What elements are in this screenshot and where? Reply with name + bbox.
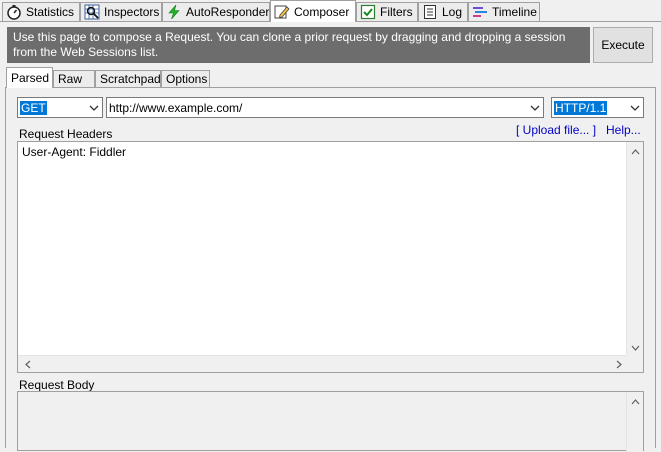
document-icon: [422, 4, 438, 20]
timeline-bars-icon: [472, 4, 488, 20]
chevron-down-icon[interactable]: [86, 98, 102, 117]
chevron-down-icon[interactable]: [527, 98, 543, 117]
subtab-divider: [5, 87, 656, 88]
scroll-down-icon[interactable]: [627, 340, 643, 356]
request-headers-text: User-Agent: Fiddler: [22, 145, 127, 159]
subtab-scratchpad[interactable]: Scratchpad: [95, 70, 161, 87]
scrollbar-corner: [626, 355, 643, 372]
lightning-icon: [166, 4, 182, 20]
method-select[interactable]: GET: [17, 97, 103, 118]
vertical-scrollbar[interactable]: [626, 142, 643, 356]
pencil-edit-icon: [274, 4, 290, 20]
tab-inspectors[interactable]: Inspectors: [80, 2, 162, 21]
chevron-down-icon[interactable]: [627, 98, 643, 117]
method-value: GET: [20, 100, 47, 115]
scroll-up-icon[interactable]: [627, 394, 643, 410]
help-link[interactable]: Help...: [606, 123, 641, 137]
scroll-left-icon[interactable]: [20, 356, 36, 372]
scroll-right-icon[interactable]: [611, 356, 627, 372]
scroll-up-icon[interactable]: [627, 144, 643, 160]
subtab-raw[interactable]: Raw: [53, 70, 95, 87]
tab-label: Timeline: [492, 5, 537, 19]
subtab-parsed[interactable]: Parsed: [6, 67, 53, 88]
tab-statistics[interactable]: Statistics: [2, 2, 80, 21]
version-value: HTTP/1.1: [554, 100, 608, 115]
subtab-options[interactable]: Options: [161, 70, 210, 87]
tab-label: Inspectors: [104, 5, 160, 19]
http-version-select[interactable]: HTTP/1.1: [551, 97, 644, 118]
tab-label: Filters: [380, 5, 413, 19]
request-headers-label: Request Headers: [19, 127, 113, 141]
request-body-label: Request Body: [19, 378, 95, 392]
tab-label: Log: [442, 5, 463, 19]
request-headers-editor[interactable]: User-Agent: Fiddler: [17, 141, 644, 373]
url-input[interactable]: http://www.example.com/: [106, 97, 544, 118]
composer-info-banner: Use this page to compose a Request. You …: [7, 27, 590, 63]
tab-log[interactable]: Log: [418, 2, 468, 21]
main-tab-strip: Statistics Inspectors AutoResponder Comp…: [0, 0, 661, 22]
magnifier-grid-icon: [84, 4, 100, 20]
execute-button[interactable]: Execute: [593, 27, 653, 63]
tab-label: Statistics: [26, 5, 75, 19]
vertical-scrollbar[interactable]: [626, 392, 643, 452]
tab-timeline[interactable]: Timeline: [468, 2, 540, 21]
tab-filters[interactable]: Filters: [356, 2, 418, 21]
tab-autoresponder[interactable]: AutoResponder: [162, 2, 270, 21]
tab-composer[interactable]: Composer: [270, 0, 356, 22]
tab-label: AutoResponder: [186, 5, 270, 19]
horizontal-scrollbar[interactable]: [18, 355, 627, 372]
checkbox-icon: [360, 4, 376, 20]
request-body-editor[interactable]: [17, 391, 644, 452]
upload-file-link[interactable]: [ Upload file... ]: [516, 123, 596, 137]
tab-label: Composer: [294, 4, 350, 19]
stopwatch-icon: [6, 4, 22, 20]
url-value: http://www.example.com/: [109, 100, 243, 115]
